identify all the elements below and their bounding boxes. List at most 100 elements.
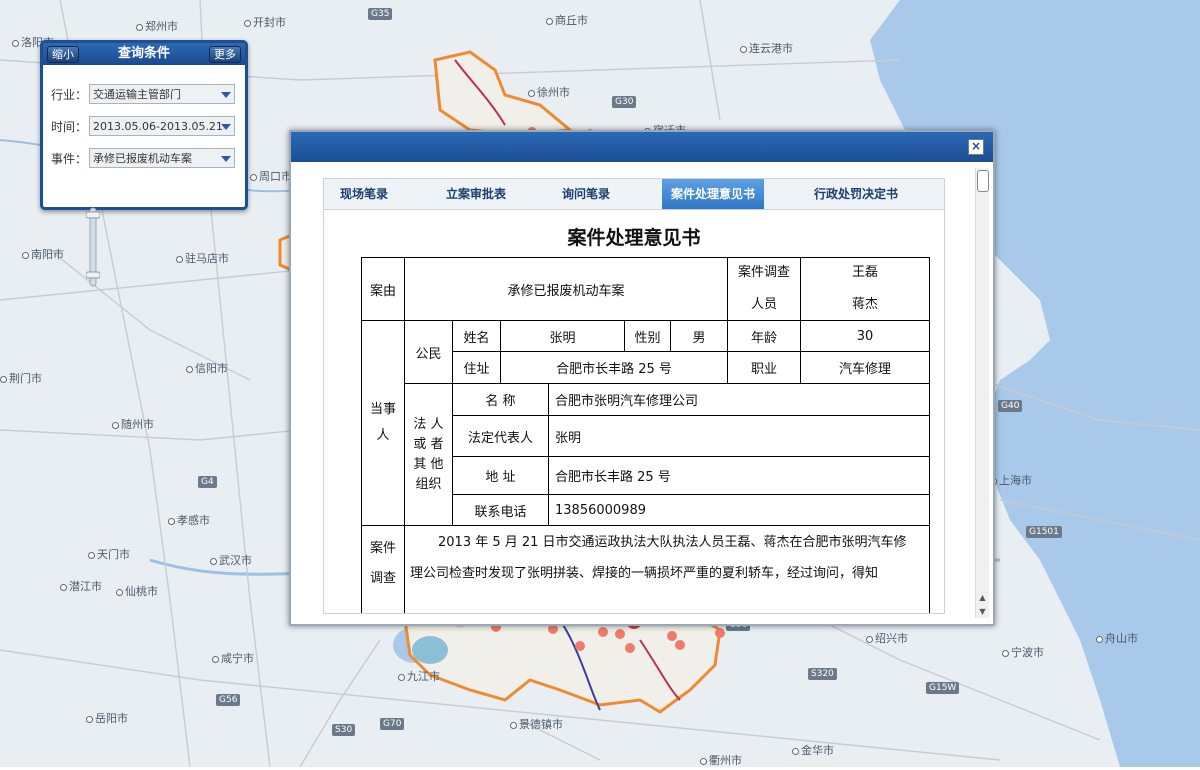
job-value-text: 汽车修理 [838, 362, 891, 377]
age-value-text: 30 [856, 328, 874, 344]
age-label-text: 年龄 [750, 330, 777, 346]
map-city-label: 上海市 [990, 472, 1032, 488]
phone-label-text: 联系电话 [474, 504, 527, 520]
case-dialog: × 现场笔录 立案审批表 询问笔录 案件处理意见书 行政处罚决定书 案件处理意见… [289, 130, 995, 626]
highway-shield: S30 [332, 724, 356, 736]
query-panel-header: 缩小 查询条件 更多 [43, 43, 245, 65]
address-label-text: 住址 [463, 362, 490, 377]
job-label-text: 职业 [750, 362, 777, 377]
tab-case-opinion[interactable]: 案件处理意见书 [662, 179, 764, 209]
investigator-label-line: 人员 [750, 297, 777, 312]
tab-filing-approval[interactable]: 立案审批表 [424, 179, 528, 209]
time-label: 时间： [51, 120, 88, 134]
org-name-value: 合肥市张明汽车修理公司 [548, 383, 930, 416]
case-reason-value: 承修已报废机动车案 [404, 257, 728, 321]
time-select[interactable]: 2013.05.06-2013.05.21 [89, 116, 235, 136]
dialog-body: 现场笔录 立案审批表 询问笔录 案件处理意见书 行政处罚决定书 案件处理意见书 … [291, 162, 993, 624]
org-address-label: 地 址 [452, 456, 549, 495]
org-label-line: 组织 [415, 476, 442, 492]
dialog-header: × [291, 132, 993, 162]
map-city-label: 金华市 [792, 742, 834, 758]
close-button[interactable]: × [968, 139, 984, 155]
document-frame: 现场笔录 立案审批表 询问笔录 案件处理意见书 行政处罚决定书 案件处理意见书 … [323, 178, 945, 614]
investigation-label: 案件 调查 [361, 525, 405, 613]
highway-shield: G1501 [1026, 526, 1062, 538]
org-label-line: 其 他 [413, 456, 444, 472]
map-city-label: 咸宁市 [212, 650, 254, 666]
map-city-label: 绍兴市 [866, 630, 908, 646]
map-city-label: 孝感市 [168, 512, 210, 528]
investigator-name: 王磊 [851, 265, 878, 280]
address-value-text: 合肥市长丰路 25 号 [556, 362, 672, 377]
map-city-label: 潜江市 [60, 578, 102, 594]
industry-label: 行业： [51, 88, 88, 102]
investigator-label-line: 案件调查 [737, 265, 790, 280]
legal-rep-label-text: 法定代表人 [467, 430, 533, 446]
map-city-label: 衢州市 [700, 752, 742, 768]
job-value: 汽车修理 [800, 351, 930, 384]
name-label: 姓名 [452, 320, 501, 352]
legal-rep-label: 法定代表人 [452, 415, 549, 457]
highway-shield: G40 [998, 400, 1023, 412]
investigation-label-line: 案件 [369, 541, 396, 556]
more-button[interactable]: 更多 [209, 46, 241, 63]
org-address-label-text: 地 址 [485, 470, 516, 485]
map-city-label: 信阳市 [186, 360, 228, 376]
vertical-scrollbar[interactable]: ▲ ▼ [975, 168, 989, 618]
chevron-down-icon [221, 124, 231, 130]
gender-value-text: 男 [692, 330, 706, 346]
party-label: 当事 人 [361, 320, 405, 526]
industry-select[interactable]: 交通运输主管部门 [89, 84, 235, 104]
map-city-label: 南阳市 [22, 246, 64, 262]
time-select-value: 2013.05.06-2013.05.21 [93, 120, 223, 133]
investigation-line: 理公司检查时发现了张明拼装、焊接的一辆损坏严重的夏利轿车，经过询问，得知 [410, 566, 879, 581]
org-label-line: 法 人 [413, 416, 444, 432]
party-label-line: 人 [376, 428, 390, 443]
name-value-text: 张明 [549, 330, 576, 346]
highway-shield: G4 [198, 476, 217, 488]
investigation-line: 2013 年 5 月 21 日市交通运政执法大队执法人员王磊、蒋杰在合肥市张明汽… [438, 535, 907, 550]
highway-shield: G35 [368, 8, 393, 20]
scroll-up-arrow-icon[interactable]: ▲ [976, 592, 989, 604]
citizen-label: 公民 [404, 320, 453, 384]
investigator-value: 王磊 蒋杰 [800, 257, 930, 321]
highway-shield: G15W [926, 682, 960, 694]
investigator-label: 案件调查 人员 [727, 257, 801, 321]
shrink-button[interactable]: 缩小 [47, 46, 79, 63]
event-select[interactable]: 承修已报废机动车案 [89, 148, 235, 168]
tab-scene-record[interactable]: 现场笔录 [324, 179, 404, 209]
name-label-text: 姓名 [463, 330, 490, 346]
scrollbar-thumb[interactable] [977, 170, 989, 192]
phone-label: 联系电话 [452, 494, 549, 526]
org-name-label-text: 名 称 [485, 394, 516, 409]
org-label-line: 或 者 [413, 436, 444, 452]
phone-value: 13856000989 [548, 494, 930, 526]
query-panel-title: 查询条件 [117, 46, 170, 61]
map-city-label: 天门市 [88, 546, 130, 562]
tab-bar: 现场笔录 立案审批表 询问笔录 案件处理意见书 行政处罚决定书 [324, 179, 944, 210]
citizen-label-text: 公民 [415, 346, 442, 362]
map-city-label: 驻马店市 [176, 250, 229, 266]
scroll-down-arrow-icon[interactable]: ▼ [976, 606, 989, 618]
org-name-value-text: 合肥市张明汽车修理公司 [555, 394, 699, 409]
tab-penalty-decision[interactable]: 行政处罚决定书 [800, 179, 912, 209]
highway-shield: S320 [808, 668, 837, 680]
age-label: 年龄 [727, 320, 801, 352]
case-reason-value-text: 承修已报废机动车案 [507, 283, 625, 299]
zoom-slider[interactable] [85, 206, 101, 290]
map-city-label: 武汉市 [210, 552, 252, 568]
highway-shield: G56 [216, 694, 241, 706]
map-city-label: 随州市 [112, 416, 154, 432]
case-reason-label: 案由 [361, 257, 405, 321]
document-title: 案件处理意见书 [567, 227, 701, 249]
investigator-name: 蒋杰 [851, 297, 878, 312]
legal-rep-value: 张明 [548, 415, 930, 457]
map-city-label: 仙桃市 [116, 583, 158, 599]
map-city-label: 九江市 [398, 668, 440, 684]
gender-value: 男 [670, 320, 728, 352]
tab-inquiry-record[interactable]: 询问笔录 [546, 179, 626, 209]
phone-value-text: 13856000989 [555, 502, 646, 518]
party-label-line: 当事 [369, 402, 396, 417]
map-city-label: 舟山市 [1096, 630, 1138, 646]
industry-select-value: 交通运输主管部门 [93, 88, 181, 101]
